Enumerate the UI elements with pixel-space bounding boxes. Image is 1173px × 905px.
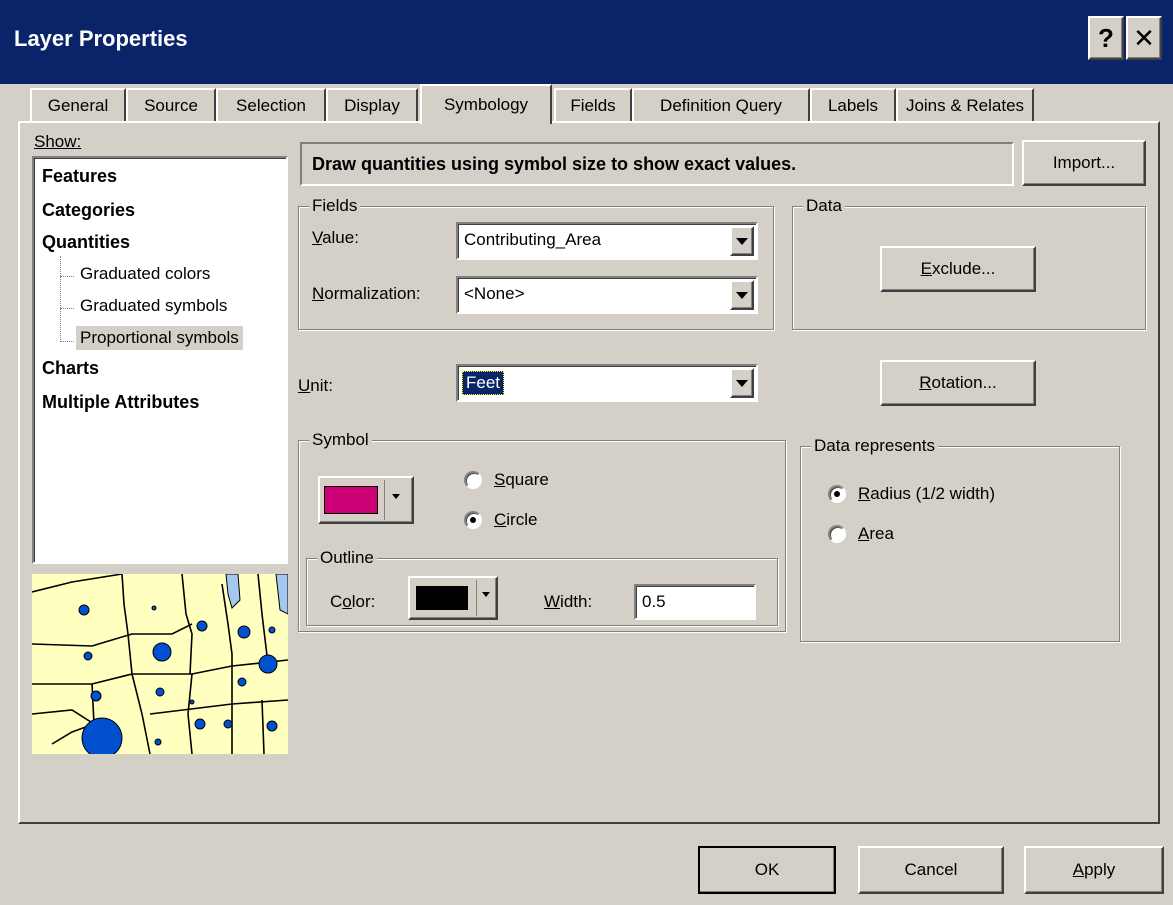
normalization-dropdown[interactable]: <None> [456, 276, 758, 314]
tab-label: Definition Query [660, 96, 782, 115]
circle-option-label: Circle [494, 510, 538, 529]
import-button[interactable]: Import... [1022, 140, 1146, 186]
show-label: Show: [34, 132, 82, 151]
apply-label: Apply [1072, 860, 1116, 879]
outline-color-picker[interactable] [408, 576, 498, 620]
data-represents-group: Data represents [800, 436, 1120, 642]
tab-label: Labels [827, 96, 879, 115]
tab-label: Selection [236, 96, 306, 115]
fill-color-swatch [324, 486, 378, 514]
tree-item-charts[interactable]: Charts [42, 358, 99, 379]
normalization-text: <None> [464, 284, 525, 303]
unit-label: Unit: [298, 376, 333, 395]
outline-color-swatch [416, 586, 468, 610]
tree-item-proportional-symbols[interactable]: Proportional symbols [76, 326, 243, 350]
tab-label: Symbology [443, 95, 529, 114]
tab-label: Joins & Relates [905, 96, 1025, 115]
tab-labels[interactable]: Labels [810, 88, 896, 122]
tree-connector [60, 276, 74, 277]
normalization-label: Normalization: [312, 284, 421, 303]
outline-group-label: Outline [317, 548, 377, 568]
tree-item-multiple-attributes[interactable]: Multiple Attributes [42, 392, 199, 413]
area-option[interactable]: Area [828, 524, 894, 544]
chevron-down-icon [736, 379, 748, 387]
chevron-down-icon [482, 592, 490, 597]
square-radio[interactable] [464, 471, 482, 489]
tab-fields[interactable]: Fields [554, 88, 632, 122]
tree-item-features[interactable]: Features [42, 166, 117, 187]
tab-display[interactable]: Display [326, 88, 418, 122]
import-label: Import... [1052, 153, 1116, 172]
data-represents-group-label: Data represents [811, 436, 938, 456]
tab-joins-relates[interactable]: Joins & Relates [896, 88, 1034, 122]
area-radio[interactable] [828, 525, 846, 543]
show-tree[interactable]: Features Categories Quantities Graduated… [32, 156, 288, 564]
exclude-button[interactable]: Exclude... [880, 246, 1036, 292]
help-button[interactable]: ? [1088, 16, 1124, 60]
preview-map-icon [32, 574, 288, 754]
split-divider [476, 580, 477, 616]
data-group-label: Data [803, 196, 845, 216]
close-icon: ✕ [1133, 22, 1155, 53]
window-title: Layer Properties [14, 26, 188, 51]
normalization-dropdown-arrow[interactable] [730, 280, 754, 310]
tree-item-quantities[interactable]: Quantities [42, 232, 130, 253]
cancel-button[interactable]: Cancel [858, 846, 1004, 894]
tab-label: General [47, 96, 109, 115]
square-option-label: Square [494, 470, 549, 489]
split-divider [384, 480, 385, 520]
tree-item-graduated-symbols[interactable]: Graduated symbols [80, 296, 227, 316]
tab-label: Fields [570, 96, 616, 115]
value-dropdown[interactable]: Contributing_Area [456, 222, 758, 260]
tree-connector [60, 341, 74, 342]
tab-label: Display [344, 96, 400, 115]
value-dropdown-arrow[interactable] [730, 226, 754, 256]
unit-text: Feet [462, 371, 505, 395]
tab-selection[interactable]: Selection [216, 88, 326, 122]
radius-option-label: Radius (1/2 width) [858, 484, 996, 503]
rotation-button[interactable]: Rotation... [880, 360, 1036, 406]
radius-radio[interactable] [828, 485, 846, 503]
tab-definition-query[interactable]: Definition Query [632, 88, 810, 122]
symbology-preview [32, 574, 288, 754]
description-text: Draw quantities using symbol size to sho… [300, 142, 1014, 186]
area-option-label: Area [858, 524, 894, 543]
chevron-down-icon [392, 494, 400, 499]
rotation-label: Rotation... [919, 373, 997, 392]
ok-label: OK [754, 860, 780, 879]
tab-label: Source [144, 96, 198, 115]
outline-width-label: Width: [544, 592, 593, 611]
radius-option[interactable]: Radius (1/2 width) [828, 484, 995, 504]
exclude-label: Exclude... [920, 259, 996, 278]
unit-dropdown-arrow[interactable] [730, 368, 754, 398]
value-text: Contributing_Area [464, 230, 602, 249]
tree-connector [60, 308, 74, 309]
square-option[interactable]: Square [464, 470, 549, 490]
fields-group-label: Fields [309, 196, 361, 216]
chevron-down-icon [736, 291, 748, 299]
symbol-group-label: Symbol [309, 430, 372, 450]
ok-button[interactable]: OK [698, 846, 836, 894]
outline-width-input[interactable]: 0.5 [634, 584, 756, 620]
tree-item-categories[interactable]: Categories [42, 200, 135, 221]
outline-color-label: Color: [330, 592, 376, 611]
circle-option[interactable]: Circle [464, 510, 537, 530]
tab-general[interactable]: General [30, 88, 126, 122]
tab-source[interactable]: Source [126, 88, 216, 122]
circle-radio[interactable] [464, 511, 482, 529]
value-label: Value: [312, 228, 359, 247]
tab-symbology[interactable]: Symbology [420, 84, 552, 124]
tree-connector [60, 256, 61, 342]
fill-color-picker[interactable] [318, 476, 414, 524]
help-icon: ? [1098, 22, 1114, 53]
cancel-label: Cancel [904, 860, 958, 879]
close-button[interactable]: ✕ [1126, 16, 1162, 60]
apply-button[interactable]: Apply [1024, 846, 1164, 894]
chevron-down-icon [736, 237, 748, 245]
outline-width-value: 0.5 [642, 592, 666, 611]
unit-dropdown[interactable]: Feet [456, 364, 758, 402]
tree-item-graduated-colors[interactable]: Graduated colors [80, 264, 210, 284]
